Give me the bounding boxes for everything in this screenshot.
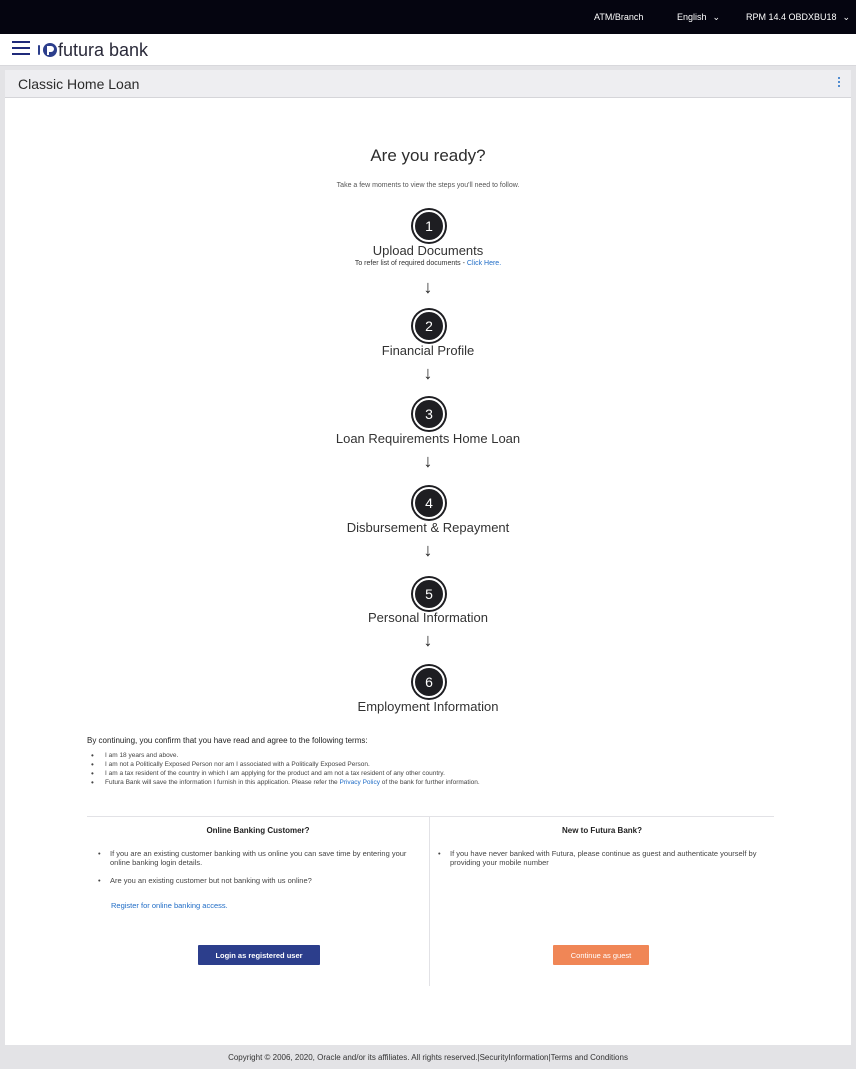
step-label: Upload Documents [372,243,484,258]
step-number-badge: 4 [413,487,445,519]
options-column-divider [429,816,430,986]
terms-item: I am a tax resident of the country in wh… [90,770,480,778]
user-name: RPM 14.4 OBDXBU18 [746,12,837,22]
list-item: If you have never banked with Futura, pl… [437,849,759,867]
list-item: Are you an existing customer but not ban… [97,876,415,885]
new-customer-title: New to Futura Bank? [561,826,642,835]
futura-logo-icon [38,43,57,57]
app-header: futura bank [0,34,856,66]
step-note-text: To refer list of required documents - [354,260,467,267]
step-number-badge: 6 [413,666,445,698]
step-label: Loan Requirements Home Loan [335,431,521,446]
terms-item-text: Futura Bank will save the information I … [105,779,340,786]
register-online-banking-link[interactable]: Register for online banking access. [111,901,228,910]
hamburger-menu-icon[interactable] [12,41,30,57]
step-number-badge: 2 [413,310,445,342]
new-customer-list: If you have never banked with Futura, pl… [437,849,759,876]
terms-item: Futura Bank will save the information I … [90,779,480,787]
step-number-badge: 3 [413,398,445,430]
chevron-down-icon: ⌄ [712,12,721,22]
more-options-icon[interactable] [837,77,841,89]
step-label: Financial Profile [381,343,475,358]
arrow-down-icon: ↓ [423,540,433,560]
continue-as-guest-button[interactable]: Continue as guest [553,945,649,965]
arrow-down-icon: ↓ [423,363,433,383]
ready-subtitle: Take a few moments to view the steps you… [336,182,520,189]
arrow-down-icon: ↓ [423,630,433,650]
step-note: To refer list of required documents - Cl… [5,260,851,267]
privacy-policy-link[interactable]: Privacy Policy [339,779,379,786]
arrow-down-icon: ↓ [423,451,433,471]
user-menu[interactable]: RPM 14.4 OBDXBU18 ⌄ [746,12,850,23]
chevron-down-icon: ⌄ [842,12,851,22]
step-label: Employment Information [357,699,499,714]
page-title-bar: Classic Home Loan [5,70,851,98]
step-number-badge: 1 [413,210,445,242]
terms-item: I am 18 years and above. [90,752,480,760]
terms-heading: By continuing, you confirm that you have… [87,736,368,745]
online-customer-title: Online Banking Customer? [206,826,310,835]
terms-list: I am 18 years and above. I am not a Poli… [90,752,480,788]
arrow-down-icon: ↓ [423,277,433,297]
language-label: English [677,12,707,22]
page-title: Classic Home Loan [18,76,140,92]
required-documents-link[interactable]: Click Here. [467,260,501,267]
login-registered-user-button[interactable]: Login as registered user [198,945,320,965]
language-selector[interactable]: English ⌄ [677,12,720,23]
terms-item: I am not a Politically Exposed Person no… [90,761,480,769]
main-content: Are you ready? Take a few moments to vie… [5,98,851,1045]
step-label: Disbursement & Repayment [346,520,510,535]
atm-branch-link[interactable]: ATM/Branch [594,12,643,22]
ready-title: Are you ready? [370,146,486,165]
top-bar: ATM/Branch English ⌄ RPM 14.4 OBDXBU18 ⌄ [0,0,856,34]
options-divider [87,816,774,817]
step-label: Personal Information [368,610,488,625]
terms-item-text: of the bank for further information. [379,779,480,786]
list-item: If you are an existing customer banking … [97,849,415,867]
step-number-badge: 5 [413,578,445,610]
online-customer-list: If you are an existing customer banking … [97,849,415,894]
bank-logo-text[interactable]: futura bank [58,40,148,61]
footer: Copyright © 2006, 2020, Oracle and/or it… [5,1046,851,1069]
